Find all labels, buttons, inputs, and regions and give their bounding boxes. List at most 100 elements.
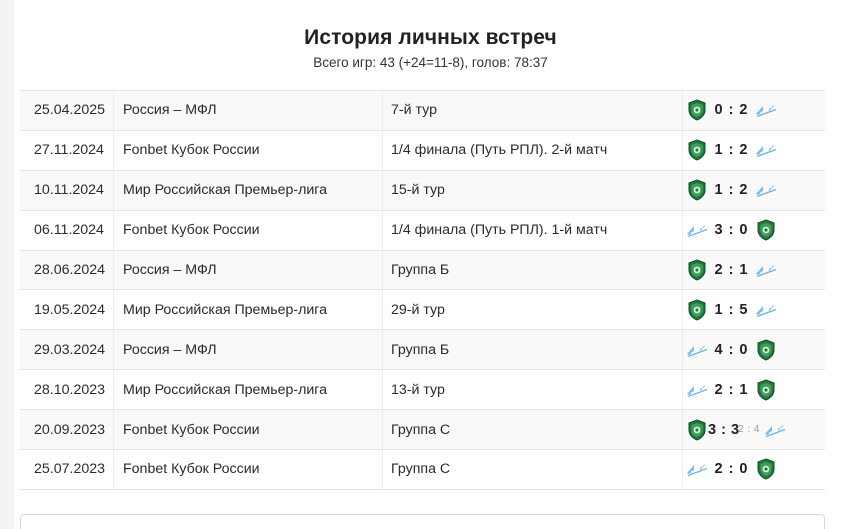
matches-table: 25.04.2025 Россия – МФЛ 7-й тур 0 : 2 27.1… <box>20 90 825 490</box>
next-section-box <box>20 514 825 529</box>
akhmat-logo-icon[interactable] <box>686 259 708 281</box>
match-score[interactable]: 2 : 1 <box>708 382 755 398</box>
zenit-logo-icon[interactable] <box>686 458 708 480</box>
match-tournament[interactable]: Россия – МФЛ <box>123 330 381 369</box>
table-row[interactable]: 20.09.2023 Fonbet Кубок России Группа С 3 … <box>20 410 825 451</box>
match-date: 10.11.2024 <box>34 182 104 199</box>
zenit-logo-icon[interactable] <box>755 179 777 201</box>
match-score[interactable]: 4 : 0 <box>708 342 755 358</box>
akhmat-logo-icon[interactable] <box>755 458 777 480</box>
score-group: 1 : 5 <box>686 299 777 321</box>
zenit-logo-icon[interactable] <box>764 419 786 441</box>
match-result[interactable]: 2 : 1 <box>686 251 825 290</box>
match-score[interactable]: 0 : 2 <box>708 102 755 118</box>
akhmat-logo-icon[interactable] <box>686 139 708 161</box>
match-result[interactable]: 1 : 2 <box>686 171 825 210</box>
column-divider <box>382 330 383 370</box>
match-result[interactable]: 0 : 2 <box>686 91 825 130</box>
match-result[interactable]: 1 : 2 <box>686 131 825 170</box>
akhmat-logo-icon[interactable] <box>686 99 708 121</box>
table-row[interactable]: 28.06.2024 Россия – МФЛ Группа Б 2 : 1 <box>20 250 825 291</box>
match-tournament[interactable]: Россия – МФЛ <box>123 91 381 130</box>
match-tournament[interactable]: Мир Российская Премьер-лига <box>123 370 381 409</box>
table-row[interactable]: 27.11.2024 Fonbet Кубок России 1/4 финала … <box>20 130 825 171</box>
match-tournament[interactable]: Fonbet Кубок России <box>123 450 381 489</box>
match-stage: Группа С <box>391 421 451 438</box>
zenit-logo-icon[interactable] <box>686 339 708 361</box>
match-score[interactable]: 1 : 5 <box>708 302 755 318</box>
column-divider <box>382 210 383 250</box>
match-score[interactable]: 3 : 3 <box>708 422 739 438</box>
match-result[interactable]: 3 : 32 : 4 <box>686 410 825 449</box>
akhmat-logo-icon[interactable] <box>755 379 777 401</box>
match-tournament[interactable]: Мир Российская Премьер-лига <box>123 171 381 210</box>
match-date: 27.11.2024 <box>34 142 104 159</box>
match-result[interactable]: 2 : 1 <box>686 370 825 409</box>
match-date: 25.07.2023 <box>34 461 106 478</box>
h2h-header: История личных встреч Всего игр: 43 (+24… <box>14 25 847 72</box>
match-stage: 13-й тур <box>391 381 445 398</box>
column-divider <box>682 91 683 130</box>
match-stage: 7-й тур <box>391 102 437 119</box>
match-tournament[interactable]: Россия – МФЛ <box>123 251 381 290</box>
match-result[interactable]: 1 : 5 <box>686 290 825 329</box>
match-stage: 29-й тур <box>391 301 445 318</box>
column-divider <box>382 370 383 410</box>
score-group: 1 : 2 <box>686 139 777 161</box>
match-tournament[interactable]: Fonbet Кубок России <box>123 211 381 250</box>
table-row[interactable]: 25.04.2025 Россия – МФЛ 7-й тур 0 : 2 <box>20 91 825 131</box>
match-date: 29.03.2024 <box>34 341 106 358</box>
table-row[interactable]: 25.07.2023 Fonbet Кубок России Группа С 2 … <box>20 450 825 490</box>
match-score[interactable]: 2 : 0 <box>708 461 755 477</box>
table-row[interactable]: 10.11.2024 Мир Российская Премьер-лига 15-… <box>20 170 825 211</box>
column-divider <box>682 130 683 170</box>
match-score[interactable]: 1 : 2 <box>708 142 755 158</box>
akhmat-logo-icon[interactable] <box>686 299 708 321</box>
akhmat-logo-icon[interactable] <box>686 419 708 441</box>
table-row[interactable]: 29.03.2024 Россия – МФЛ Группа Б 4 : 0 <box>20 330 825 371</box>
match-date: 25.04.2025 <box>34 102 106 119</box>
column-divider <box>682 250 683 290</box>
match-date: 20.09.2023 <box>34 421 106 438</box>
h2h-summary: Всего игр: 43 (+24=11-8), голов: 78:37 <box>313 55 548 70</box>
table-row[interactable]: 06.11.2024 Fonbet Кубок России 1/4 финала … <box>20 210 825 251</box>
match-stage: Группа С <box>391 461 451 478</box>
zenit-logo-icon[interactable] <box>755 299 777 321</box>
match-tournament[interactable]: Мир Российская Премьер-лига <box>123 290 381 329</box>
match-result[interactable]: 2 : 0 <box>686 450 825 489</box>
match-tournament[interactable]: Fonbet Кубок России <box>123 410 381 449</box>
column-divider <box>382 250 383 290</box>
column-divider <box>682 450 683 489</box>
match-score[interactable]: 2 : 1 <box>708 262 755 278</box>
match-stage: 1/4 финала (Путь РПЛ). 1-й матч <box>391 222 608 239</box>
match-result[interactable]: 4 : 0 <box>686 330 825 369</box>
akhmat-logo-icon[interactable] <box>686 179 708 201</box>
match-date: 06.11.2024 <box>34 222 104 239</box>
column-divider <box>382 170 383 210</box>
zenit-logo-icon[interactable] <box>686 219 708 241</box>
zenit-logo-icon[interactable] <box>755 99 777 121</box>
score-group: 2 : 1 <box>686 379 777 401</box>
column-divider <box>682 370 683 410</box>
match-score[interactable]: 1 : 2 <box>708 182 755 198</box>
match-stage: Группа Б <box>391 262 450 278</box>
column-divider <box>382 130 383 170</box>
akhmat-logo-icon[interactable] <box>755 339 777 361</box>
column-divider <box>682 210 683 250</box>
column-divider <box>382 410 383 450</box>
zenit-logo-icon[interactable] <box>686 379 708 401</box>
table-row[interactable]: 28.10.2023 Мир Российская Премьер-лига 13-… <box>20 370 825 411</box>
match-date: 19.05.2024 <box>34 301 106 318</box>
match-result[interactable]: 3 : 0 <box>686 211 825 250</box>
match-score[interactable]: 3 : 0 <box>708 222 755 238</box>
column-divider <box>382 91 383 130</box>
akhmat-logo-icon[interactable] <box>755 219 777 241</box>
score-group: 3 : 0 <box>686 219 777 241</box>
column-divider <box>682 330 683 370</box>
match-tournament[interactable]: Fonbet Кубок России <box>123 131 381 170</box>
table-row[interactable]: 19.05.2024 Мир Российская Премьер-лига 29-… <box>20 290 825 331</box>
match-stage: Группа Б <box>391 341 450 358</box>
zenit-logo-icon[interactable] <box>755 139 777 161</box>
score-group: 4 : 0 <box>686 339 777 361</box>
zenit-logo-icon[interactable] <box>755 259 777 281</box>
